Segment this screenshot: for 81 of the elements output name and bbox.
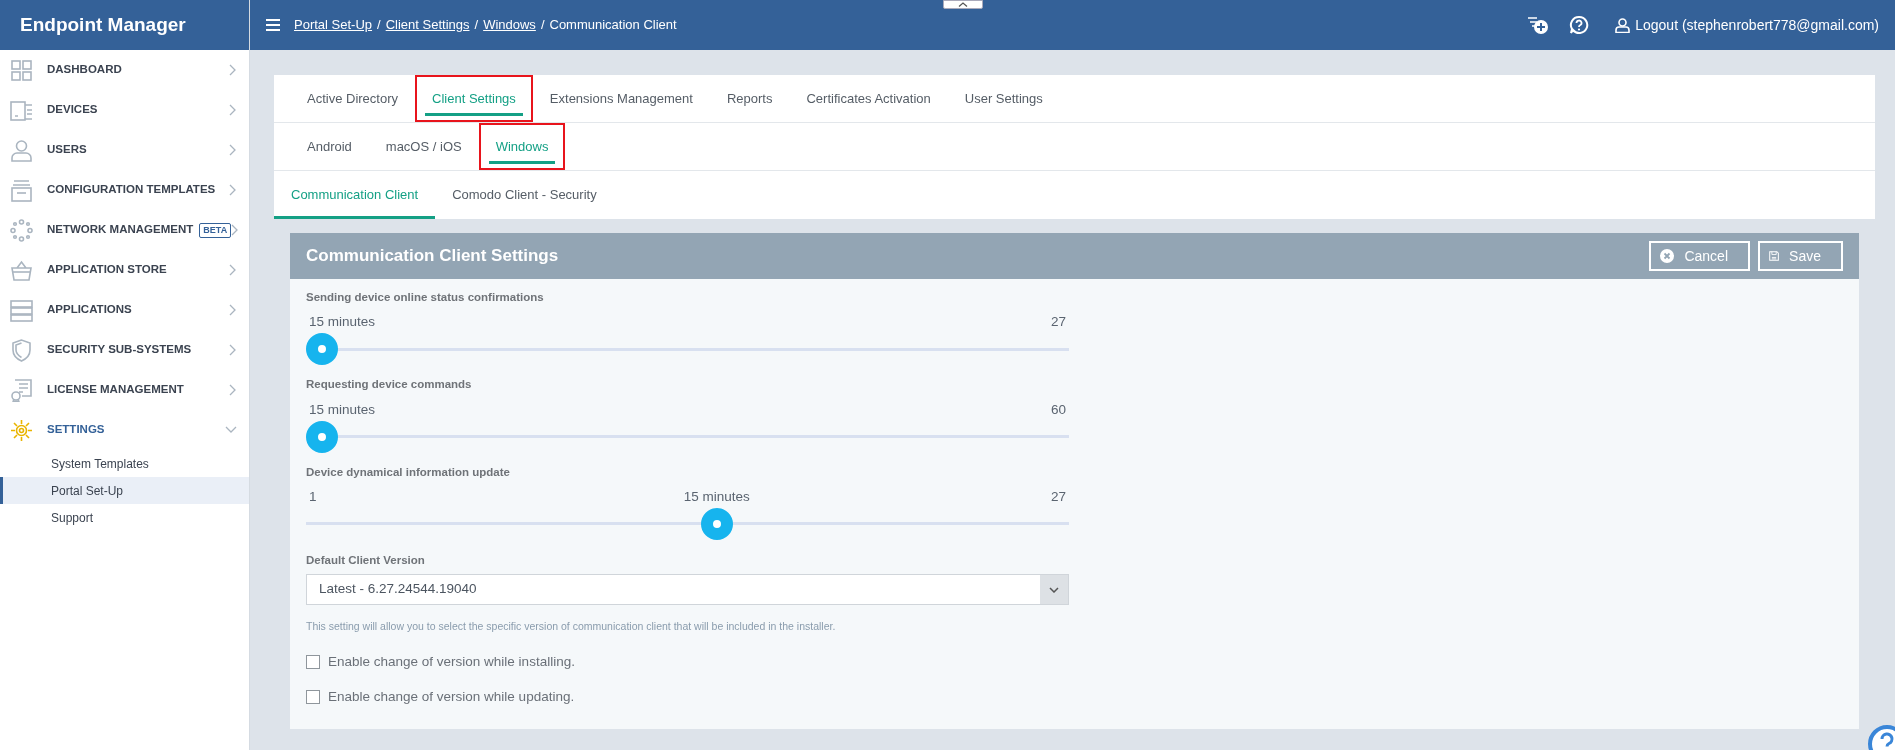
beta-badge: BETA [199,222,232,238]
collapse-toggle[interactable] [943,0,983,9]
caret-up-icon [958,2,968,7]
sidebar-subitem[interactable]: System Templates [0,450,249,477]
slider-max-label: 27 [1050,313,1066,332]
chevron-down-icon [1040,575,1068,604]
tab[interactable]: Reports [709,75,790,122]
chevron-right-icon [231,224,240,236]
devices-icon [10,98,33,122]
version-dropdown[interactable]: Latest - 6.27.24544.19040 [306,574,1069,605]
chevron-right-icon [229,144,237,156]
license-icon [10,378,33,402]
slider-thumb[interactable] [306,333,338,366]
breadcrumb-separator: / [540,16,545,35]
chevron-right-icon [229,344,237,356]
dashboard-icon [10,58,33,82]
sidebar-item[interactable]: APPLICATIONS [0,290,249,330]
help-icon[interactable] [1569,15,1590,35]
chevron-right-icon [229,184,237,196]
chevron-right-icon [229,304,237,316]
slider-max-label: 60 [1050,400,1066,419]
tab[interactable]: Certificates Activation [789,75,948,122]
tab[interactable]: Extensions Management [532,75,710,122]
checkbox-label: Enable change of version while installing. [328,653,575,672]
tab[interactable]: User Settings [947,75,1060,122]
users-icon [10,138,33,162]
checkbox-label: Enable change of version while updating. [328,688,575,707]
user-icon [1615,17,1631,33]
sidebar-item[interactable]: SECURITY SUB-SYSTEMS [0,330,249,370]
slider-thumb[interactable] [306,420,338,453]
breadcrumb-separator: / [377,16,381,35]
store-icon [10,258,33,282]
app-title: Endpoint Manager [20,12,186,37]
breadcrumb-link[interactable]: Portal Set-Up [294,15,373,35]
slider-label: Sending device online status confirmations [306,290,545,305]
slider-label: Requesting device commands [306,377,473,393]
chevron-right-icon [229,384,237,396]
sidebar-subitem[interactable]: Support [0,504,249,531]
panel-title: Communication Client Settings [306,245,559,268]
sidebar-item[interactable]: USERS [0,130,249,170]
chevron-right-icon [229,104,237,116]
tab[interactable]: Android [290,123,369,170]
tab[interactable]: macOS / iOS [368,123,479,170]
sidebar-item[interactable]: LICENSE MANAGEMENT [0,370,249,410]
breadcrumb-separator: / [474,16,479,35]
sidebar-item[interactable]: NETWORK MANAGEMENT BETA [0,210,249,250]
logout-link[interactable]: Logout (stephenrobert778@gmail.com) [1615,14,1879,36]
checkbox[interactable] [306,655,320,670]
add-notification-icon[interactable] [1527,15,1550,35]
close-icon [1660,249,1675,263]
save-icon [1769,249,1780,263]
slider-label: Device dynamical information update [306,464,511,480]
chevron-right-icon [229,264,237,276]
chevron-down-icon [225,426,237,434]
chevron-right-icon [229,64,237,76]
breadcrumb-link[interactable]: Windows [483,15,536,35]
slider-max-label: 27 [1050,487,1066,506]
tab[interactable]: Comodo Client - Security [435,171,614,219]
sidebar-item[interactable]: SETTINGS [0,410,249,450]
breadcrumb-current: Communication Client [549,16,677,35]
network-icon [10,218,33,242]
security-icon [10,338,33,362]
slider-value-label: 15 minutes [309,313,376,332]
checkbox[interactable] [306,690,320,705]
menu-icon[interactable] [266,19,280,31]
breadcrumb-link[interactable]: Client Settings [385,15,470,35]
sidebar-item[interactable]: DEVICES [0,90,249,130]
sidebar-subitem[interactable]: Portal Set-Up [0,477,249,504]
hint-text: This setting will allow you to select the specific version of communication client that will be included in the installer. [306,619,837,634]
tab[interactable]: Active Directory [290,75,416,122]
slider-value-label: 15 minutes [683,487,750,506]
slider-min-label: 1 [309,487,317,506]
sidebar-item[interactable]: APPLICATION STORE [0,250,249,290]
sidebar-item[interactable]: CONFIGURATION TEMPLATES [0,170,249,210]
field-label: Default Client Version [306,552,426,568]
slider-thumb[interactable] [700,507,733,540]
templates-icon [10,178,33,202]
slider-value-label: 15 minutes [309,400,376,419]
sidebar-item[interactable]: DASHBOARD [0,50,249,90]
settings-icon [10,418,33,442]
applications-icon [10,298,33,322]
